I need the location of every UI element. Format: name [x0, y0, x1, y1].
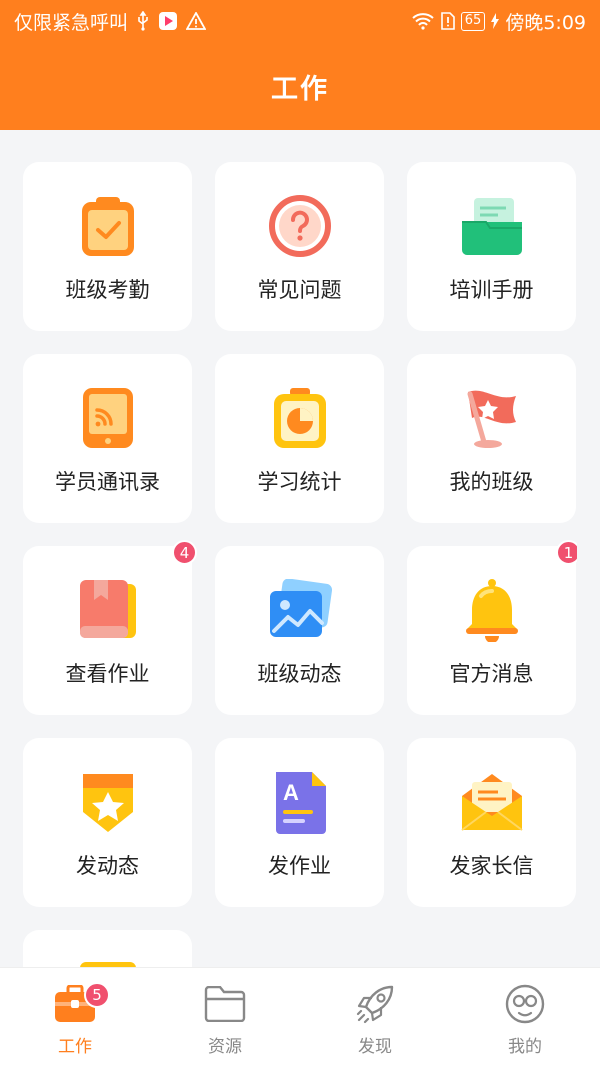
tab-label: 我的 [508, 1037, 542, 1057]
tab-discover[interactable]: 发现 [300, 968, 450, 1067]
tab-work[interactable]: 工作 5 [0, 968, 150, 1067]
tablet-contacts-icon [76, 386, 140, 450]
profile-face-icon [503, 982, 547, 1026]
notification-badge: 4 [172, 540, 197, 565]
tile-label: 发作业 [268, 854, 331, 878]
usb-icon [136, 11, 150, 31]
feature-grid: 班级考勤 常见问题 培训手册 学员通讯录 学习统计 我的班级 4 查看作业 班级… [23, 162, 577, 967]
tile-label: 班级考勤 [65, 278, 150, 302]
star-badge-icon [76, 770, 140, 834]
tile-my-class[interactable]: 我的班级 [407, 354, 576, 523]
tab-label: 资源 [208, 1037, 242, 1057]
book-icon [76, 578, 140, 642]
bell-icon [460, 578, 524, 642]
carrier-text: 仅限紧急呼叫 [14, 11, 129, 34]
video-app-icon [158, 11, 178, 31]
tile-post-update[interactable]: 发动态 [23, 738, 192, 907]
tile-post-homework[interactable]: A 发作业 [215, 738, 384, 907]
tile-student-contacts[interactable]: 学员通讯录 [23, 354, 192, 523]
svg-text:A: A [283, 780, 299, 805]
tile-label: 我的班级 [449, 470, 534, 494]
wifi-icon [411, 12, 435, 30]
app-header: 工作 [0, 42, 600, 130]
tab-mine[interactable]: 我的 [450, 968, 600, 1067]
bottom-tab-bar: 工作 5 资源 发现 我的 [0, 967, 600, 1067]
tile-class-attendance[interactable]: 班级考勤 [23, 162, 192, 331]
tile-label: 学习统计 [257, 470, 342, 494]
tile-label: 培训手册 [449, 278, 534, 302]
star-flag-icon [460, 386, 524, 450]
warning-icon [186, 12, 207, 30]
tile-label: 查看作业 [65, 662, 150, 686]
tile-faq[interactable]: 常见问题 [215, 162, 384, 331]
tile-view-homework[interactable]: 4 查看作业 [23, 540, 197, 715]
sim-alert-icon [440, 12, 455, 30]
tile-label: 官方消息 [449, 662, 534, 686]
notification-badge: 1 [556, 540, 577, 565]
tab-label: 工作 [58, 1037, 92, 1057]
tile-more[interactable] [23, 930, 192, 967]
tab-resources[interactable]: 资源 [150, 968, 300, 1067]
clipboard-check-icon [76, 194, 140, 258]
tile-label: 常见问题 [257, 278, 342, 302]
question-icon [268, 194, 332, 258]
charging-icon [491, 13, 500, 29]
tile-label: 发家长信 [449, 854, 534, 878]
envelope-icon [460, 770, 524, 834]
notification-badge: 5 [84, 982, 110, 1008]
tile-label: 发动态 [76, 854, 139, 878]
pie-clock-icon [268, 386, 332, 450]
tile-label: 学员通讯录 [55, 470, 160, 494]
status-bar: 仅限紧急呼叫 65 傍晚5:09 [0, 0, 600, 42]
folder-icon [203, 982, 247, 1026]
folder-manual-icon [460, 194, 524, 258]
battery-icon: 65 [460, 11, 486, 31]
tile-label: 班级动态 [257, 662, 342, 686]
tile-class-feed[interactable]: 班级动态 [215, 546, 384, 715]
rocket-icon [353, 982, 397, 1026]
tab-label: 发现 [358, 1037, 392, 1057]
image-icon [268, 578, 332, 642]
tile-study-stats[interactable]: 学习统计 [215, 354, 384, 523]
document-a-icon: A [268, 770, 332, 834]
tile-training-manual[interactable]: 培训手册 [407, 162, 576, 331]
tile-official-messages[interactable]: 1 官方消息 [407, 540, 577, 715]
tile-parent-letter[interactable]: 发家长信 [407, 738, 576, 907]
page-title: 工作 [271, 73, 329, 105]
clock: 傍晚5:09 [505, 11, 586, 34]
